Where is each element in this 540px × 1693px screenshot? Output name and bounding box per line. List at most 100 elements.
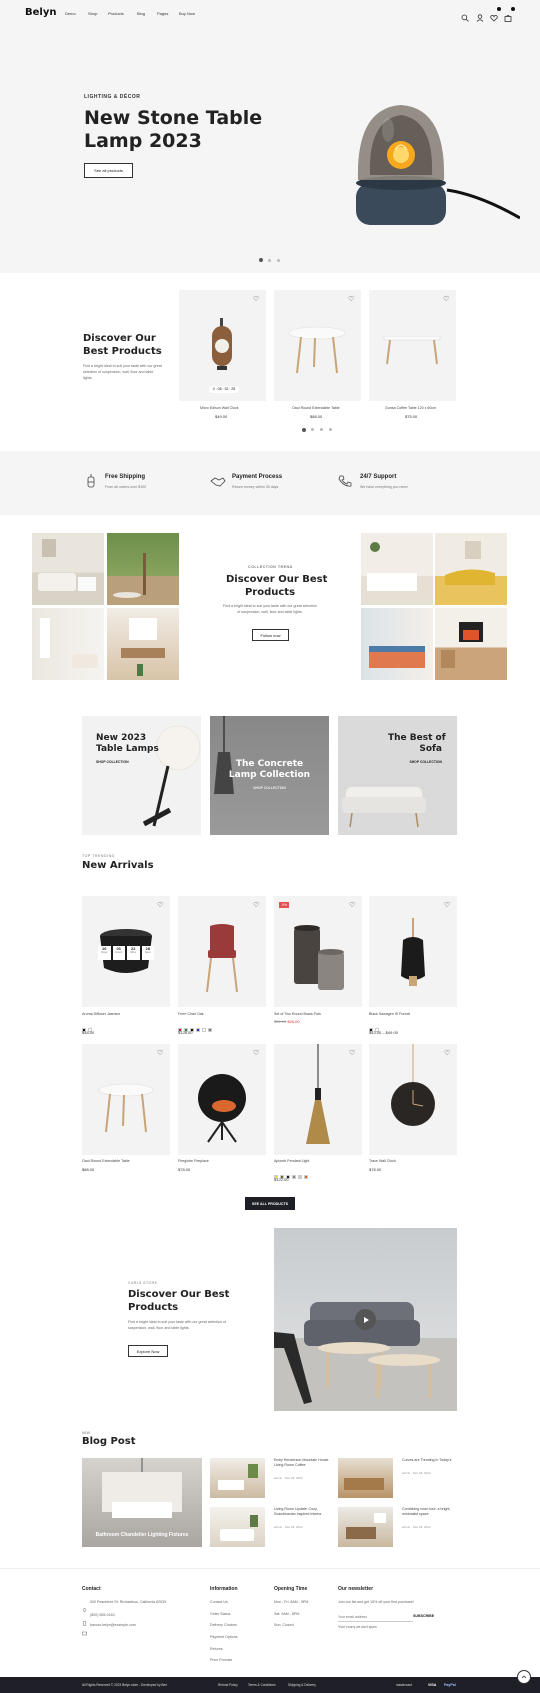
footer-bottom-link[interactable]: Terms & Conditions (248, 1683, 276, 1687)
nav-buy-now[interactable]: Buy Now (179, 11, 195, 16)
banner-title-line2: Lamp Collection (228, 770, 311, 780)
product-card[interactable]: ♡ (369, 1044, 457, 1155)
gallery-image-bedroom[interactable] (361, 533, 433, 605)
heart-icon[interactable]: ♡ (348, 296, 355, 303)
blog-post-title[interactable]: Curves are Trending in Today's (402, 1458, 457, 1463)
blog-thumb[interactable] (338, 1458, 393, 1498)
gallery-image-fireplace[interactable] (435, 608, 507, 680)
play-icon[interactable] (355, 1309, 376, 1330)
swatch[interactable] (304, 1175, 308, 1179)
product-card[interactable]: ♡ 0 : 08 : 32 : 28 (179, 290, 266, 401)
product-name[interactable]: Aplomb Pendant Light (274, 1159, 309, 1163)
blog-featured-title[interactable]: Bathroom Chandelier Lighting Fixtures (82, 1532, 202, 1538)
banner-shop-link[interactable]: SHOP COLLECTION (210, 786, 329, 790)
nav-shop[interactable]: Shop (88, 11, 97, 16)
newsletter-email-input[interactable] (338, 1612, 413, 1622)
see-all-products-button[interactable]: SEE ALL PRODUCTS (245, 1197, 295, 1210)
story-video[interactable] (274, 1228, 457, 1411)
product-name[interactable]: Fireglobe Fireplace (178, 1159, 209, 1163)
hero-slider-dot-2[interactable] (268, 258, 271, 262)
nav-blog[interactable]: Blog (137, 11, 145, 16)
hero-see-all-button[interactable]: See all products (84, 163, 133, 178)
nav-demo[interactable]: Demo (65, 11, 76, 16)
footer-bottom-link[interactable]: Refund Policy (218, 1683, 238, 1687)
products-slider-dot-3[interactable] (320, 428, 323, 431)
heart-icon[interactable]: ♡ (253, 1050, 260, 1057)
wishlist-icon[interactable] (490, 7, 501, 22)
banner-shop-link[interactable]: SHOP COLLECTION (388, 760, 442, 764)
product-card[interactable]: ♡ (274, 1044, 362, 1155)
blog-post-title[interactable]: Combining room tour: a bright, minimalis… (402, 1507, 457, 1517)
collection-title-line1: Discover Our Best (226, 574, 328, 585)
footer-bottom-link[interactable]: Shipping & Delivery (288, 1683, 316, 1687)
blog-thumb[interactable] (210, 1458, 265, 1498)
footer-email[interactable]: baroon.belyn@example.com (90, 1623, 136, 1627)
products-slider-dot-4[interactable] (329, 428, 332, 431)
product-card[interactable]: ♡ (82, 1044, 170, 1155)
product-card[interactable]: ♡ (178, 1044, 266, 1155)
swatch[interactable] (208, 1028, 212, 1032)
hero-slider-dot-1[interactable] (259, 258, 263, 262)
product-name[interactable]: Oaui Round Extendable Table (82, 1159, 130, 1163)
cart-icon[interactable] (504, 7, 515, 22)
heart-icon[interactable]: ♡ (349, 902, 356, 909)
blog-thumb[interactable] (338, 1507, 393, 1547)
heart-icon[interactable]: ♡ (444, 1050, 451, 1057)
gallery-image-living-room[interactable] (32, 533, 104, 605)
search-icon[interactable] (461, 9, 469, 22)
gallery-image-colorful-bed[interactable] (361, 608, 433, 680)
footer-link[interactable]: Contact Us (210, 1600, 228, 1604)
product-name[interactable]: Set of Two Round Brass Pots (274, 1012, 321, 1016)
product-card[interactable]: ♡ (274, 290, 361, 401)
swatch[interactable] (298, 1175, 302, 1179)
heart-icon[interactable]: ♡ (157, 902, 164, 909)
footer-phone[interactable]: (800) 555-0163 (90, 1613, 115, 1617)
product-card[interactable]: ♡ (369, 290, 456, 401)
footer-link[interactable]: Returns (210, 1647, 223, 1651)
products-slider-dot-1[interactable] (302, 428, 306, 432)
blog-post-title[interactable]: Living Room Update: Cozy, Scandinavian I… (274, 1507, 329, 1517)
collection-follow-button[interactable]: Follow now (252, 629, 289, 641)
nav-pages[interactable]: Pages (157, 11, 168, 16)
footer-link[interactable]: Payment Options (210, 1635, 238, 1639)
gallery-image-garden[interactable] (107, 533, 179, 605)
product-name[interactable]: Aroma Diffuser Jasmine (82, 1012, 120, 1016)
products-slider-dot-2[interactable] (311, 428, 314, 431)
newsletter-subscribe-button[interactable]: SUBSCRIBE (413, 1614, 434, 1618)
product-name[interactable]: Gunsa Coffee Table 120 x 60cm (385, 406, 436, 410)
product-card[interactable]: ♡ 10 Days 01 Hours 22 Mins 28 Secs (82, 896, 170, 1007)
swatch[interactable] (196, 1028, 200, 1032)
back-to-top-button[interactable] (517, 1670, 531, 1684)
hero-slider-dot-3[interactable] (277, 258, 280, 262)
blog-thumb[interactable] (210, 1507, 265, 1547)
site-logo[interactable]: Belyn (25, 7, 56, 18)
heart-icon[interactable]: ♡ (253, 902, 260, 909)
product-card[interactable]: -9% ♡ (274, 896, 362, 1007)
product-name[interactable]: Micro Edison Wall Clock (200, 406, 239, 410)
product-card[interactable]: ♡ (178, 896, 266, 1007)
swatch[interactable] (292, 1175, 296, 1179)
heart-icon[interactable]: ♡ (157, 1050, 164, 1057)
footer-link[interactable]: Order Status (210, 1612, 230, 1616)
blog-post-title[interactable]: Emily Henderson Mountain House Living Ro… (274, 1458, 329, 1468)
heart-icon[interactable]: ♡ (444, 902, 451, 909)
gallery-image-bright-room[interactable] (32, 608, 104, 680)
product-name[interactable]: Trace Wall Clock (369, 1159, 396, 1163)
heart-icon[interactable]: ♡ (349, 1050, 356, 1057)
nav-products[interactable]: Products (108, 11, 124, 16)
heart-icon[interactable]: ♡ (443, 296, 450, 303)
product-name[interactable]: Black Sawagen IS Funnel (369, 1012, 410, 1016)
user-icon[interactable] (476, 9, 484, 22)
product-name[interactable]: Oaui Round Extendable Table (292, 406, 340, 410)
product-price: $78.00 (369, 1167, 382, 1172)
gallery-image-yellow-chair[interactable] (435, 533, 507, 605)
product-name[interactable]: Ferm Chair Oak (178, 1012, 204, 1016)
footer-link[interactable]: Delivery Choices (210, 1623, 237, 1627)
swatch[interactable] (202, 1028, 206, 1032)
heart-icon[interactable]: ♡ (253, 296, 260, 303)
explore-now-button[interactable]: Explore Now (128, 1345, 168, 1357)
product-card[interactable]: ♡ (369, 896, 457, 1007)
footer-link[interactable]: Price Promise (210, 1658, 232, 1662)
banner-shop-link[interactable]: SHOP COLLECTION (96, 760, 129, 764)
gallery-image-kitchen[interactable] (107, 608, 179, 680)
